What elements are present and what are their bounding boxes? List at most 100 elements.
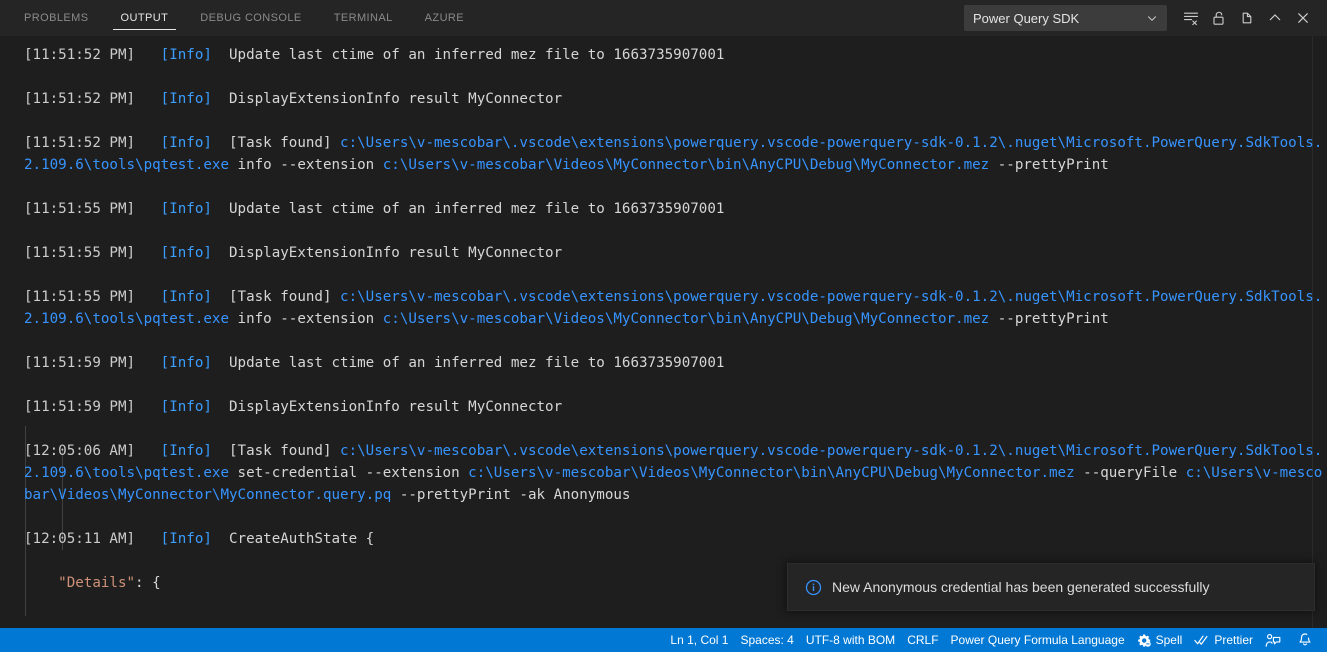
spell-gear-icon — [1137, 633, 1152, 648]
info-circle-icon — [804, 578, 822, 596]
status-editor-encoding[interactable]: UTF-8 with BOM — [800, 629, 901, 651]
status-bar: Ln 1, Col 1 Spaces: 4 UTF-8 with BOM CRL… — [0, 628, 1327, 652]
log-timestamp: [11:51:55 PM] — [24, 289, 136, 306]
tab-debug-console[interactable]: DEBUG CONSOLE — [190, 0, 311, 36]
log-line: [11:51:52 PM] [Info] Update last ctime o… — [24, 44, 1327, 66]
status-editor-eol[interactable]: CRLF — [901, 629, 944, 651]
log-text: [Task found] — [211, 135, 341, 152]
status-label: Ln 1, Col 1 — [670, 633, 729, 647]
status-label: CRLF — [907, 633, 939, 647]
log-text: set-credential --extension — [229, 465, 469, 482]
tab-azure[interactable]: AZURE — [415, 0, 474, 36]
log-level-tag: [Info] — [160, 531, 212, 548]
log-timestamp: [12:05:06 AM] — [24, 443, 136, 460]
tab-label: PROBLEMS — [24, 12, 89, 24]
status-editor-language[interactable]: Power Query Formula Language — [945, 629, 1131, 651]
log-text: Update last ctime of an inferred mez fil… — [211, 47, 725, 64]
log-line: [11:51:55 PM] [Info] [Task found] c:\Use… — [24, 286, 1327, 330]
log-line: [11:51:52 PM] [Info] [Task found] c:\Use… — [24, 132, 1327, 176]
status-editor-position[interactable]: Ln 1, Col 1 — [664, 629, 734, 651]
status-label: Spell — [1155, 633, 1183, 647]
log-text: [Task found] — [211, 289, 341, 306]
notification-toast[interactable]: New Anonymous credential has been genera… — [787, 563, 1315, 611]
log-level-tag: [Info] — [160, 245, 212, 262]
vscode-window: PROBLEMS OUTPUT DEBUG CONSOLE TERMINAL A… — [0, 0, 1327, 652]
log-text: info --extension — [229, 311, 383, 328]
log-timestamp: [11:51:59 PM] — [24, 399, 136, 416]
log-text: [Task found] — [211, 443, 341, 460]
output-view[interactable]: [11:51:52 PM] [Info] Update last ctime o… — [0, 36, 1327, 628]
bell-icon — [1297, 632, 1313, 648]
status-notifications[interactable] — [1291, 629, 1323, 651]
status-label: UTF-8 with BOM — [805, 633, 896, 647]
json-punctuation: : { — [135, 575, 161, 592]
tab-label: OUTPUT — [120, 12, 169, 24]
log-line: [12:05:11 AM] [Info] CreateAuthState { — [24, 528, 1327, 550]
log-timestamp: [11:51:52 PM] — [24, 135, 136, 152]
log-path[interactable]: c:\Users\v-mescobar\Videos\MyConnector\b… — [383, 311, 989, 327]
tab-label: AZURE — [424, 12, 465, 24]
log-timestamp: [11:51:52 PM] — [24, 47, 136, 64]
status-label: Prettier — [1214, 633, 1253, 647]
notification-message: New Anonymous credential has been genera… — [832, 579, 1210, 595]
tab-label: DEBUG CONSOLE — [200, 12, 302, 24]
log-line: [12:05:06 AM] [Info] [Task found] c:\Use… — [24, 440, 1327, 506]
tab-terminal[interactable]: TERMINAL — [324, 0, 403, 36]
log-text: Update last ctime of an inferred mez fil… — [211, 201, 725, 218]
log-path[interactable]: c:\Users\v-mescobar\Videos\MyConnector\b… — [468, 465, 1074, 481]
log-text: --prettyPrint — [989, 311, 1109, 328]
panel-actions: Power Query SDK — [964, 4, 1321, 32]
log-timestamp: [11:51:52 PM] — [24, 91, 136, 108]
log-path[interactable]: c:\Users\v-mescobar\Videos\MyConnector\b… — [383, 157, 989, 173]
log-line: [11:51:59 PM] [Info] DisplayExtensionInf… — [24, 396, 1327, 418]
log-level-tag: [Info] — [160, 443, 212, 460]
output-log-text[interactable]: [11:51:52 PM] [Info] Update last ctime o… — [0, 44, 1327, 614]
status-feedback[interactable] — [1259, 629, 1291, 651]
log-text: DisplayExtensionInfo result MyConnector — [211, 399, 563, 416]
status-prettier[interactable]: Prettier — [1188, 629, 1259, 651]
tab-problems[interactable]: PROBLEMS — [14, 0, 99, 36]
json-punctuation — [24, 575, 58, 591]
log-level-tag: [Info] — [160, 135, 212, 152]
log-text: DisplayExtensionInfo result MyConnector — [211, 245, 563, 262]
panel-tabs: PROBLEMS OUTPUT DEBUG CONSOLE TERMINAL A… — [0, 0, 480, 36]
output-channel-label: Power Query SDK — [973, 10, 1080, 26]
status-spell-checker[interactable]: Spell — [1131, 629, 1189, 651]
log-text: --queryFile — [1074, 465, 1186, 482]
open-in-editor-icon[interactable] — [1233, 4, 1261, 32]
log-timestamp: [11:51:59 PM] — [24, 355, 136, 372]
chevron-down-icon — [1146, 12, 1158, 24]
feedback-person-icon — [1265, 633, 1281, 648]
log-text: --prettyPrint -ak Anonymous — [391, 487, 631, 504]
status-bar-right: Ln 1, Col 1 Spaces: 4 UTF-8 with BOM CRL… — [664, 629, 1323, 651]
output-channel-select[interactable]: Power Query SDK — [964, 5, 1167, 31]
status-editor-indentation[interactable]: Spaces: 4 — [734, 629, 799, 651]
clear-output-icon[interactable] — [1177, 4, 1205, 32]
log-text: DisplayExtensionInfo result MyConnector — [211, 91, 563, 108]
log-level-tag: [Info] — [160, 289, 212, 306]
chevron-up-icon[interactable] — [1261, 4, 1289, 32]
log-level-tag: [Info] — [160, 355, 212, 372]
log-text: Update last ctime of an inferred mez fil… — [211, 355, 725, 372]
log-line: [11:51:59 PM] [Info] Update last ctime o… — [24, 352, 1327, 374]
unlock-icon[interactable] — [1205, 4, 1233, 32]
json-key: "Details" — [58, 575, 136, 592]
panel-header: PROBLEMS OUTPUT DEBUG CONSOLE TERMINAL A… — [0, 0, 1327, 36]
log-level-tag: [Info] — [160, 91, 212, 108]
log-line: [11:51:55 PM] [Info] Update last ctime o… — [24, 198, 1327, 220]
log-level-tag: [Info] — [160, 47, 212, 64]
log-timestamp: [12:05:11 AM] — [24, 531, 136, 548]
log-text: info --extension — [229, 157, 383, 174]
tab-output[interactable]: OUTPUT — [111, 0, 179, 36]
log-text: --prettyPrint — [989, 157, 1109, 174]
close-icon[interactable] — [1289, 4, 1317, 32]
